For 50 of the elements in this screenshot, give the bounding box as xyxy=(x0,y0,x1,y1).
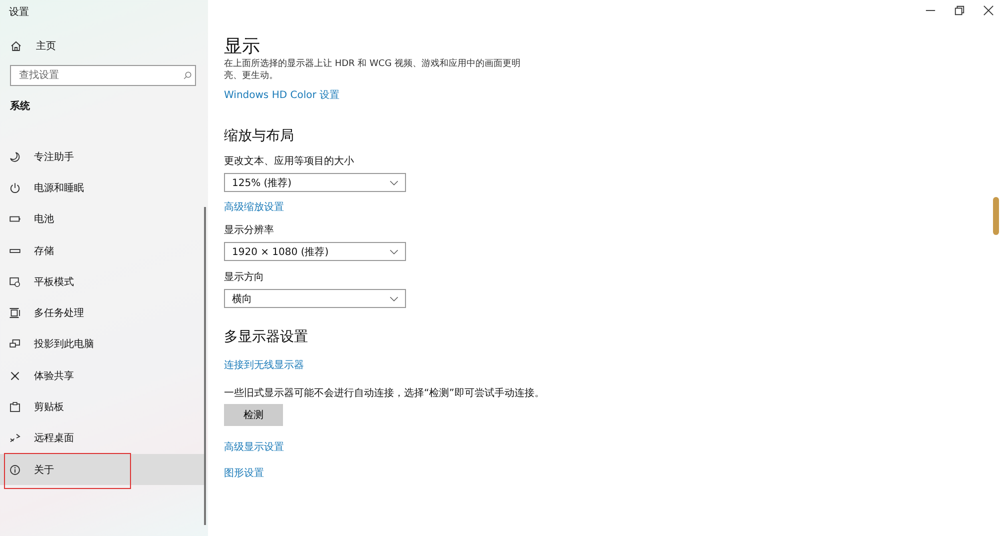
scrollbar[interactable] xyxy=(204,207,206,525)
chevron-icon xyxy=(389,180,399,186)
moon-icon xyxy=(9,150,21,163)
home-link[interactable]: 主页 xyxy=(10,39,208,53)
advanced-scaling-link[interactable]: 高级缩放设置 xyxy=(224,200,284,214)
home-icon xyxy=(10,40,22,52)
settings-link[interactable]: 高级显示设置 xyxy=(224,440,284,454)
detect-button[interactable]: 检测 xyxy=(224,404,283,426)
dropdown[interactable]: 125% (推荐) xyxy=(224,173,406,192)
section-heading: 系统 xyxy=(10,100,31,113)
sidebar-item[interactable]: 体验共享 xyxy=(0,360,205,392)
search-field[interactable]: 查找设置 xyxy=(10,65,196,86)
sidebar-item[interactable]: 投影到此电脑 xyxy=(0,328,205,360)
sidebar-item[interactable]: 关于 xyxy=(0,454,205,486)
search-icon xyxy=(183,71,192,80)
dropdown[interactable]: 1920 × 1080 (推荐) xyxy=(224,242,406,261)
tablet-icon xyxy=(9,276,21,288)
multitask-icon xyxy=(9,307,21,320)
dropdown[interactable]: 横向 xyxy=(224,289,406,308)
sidebar-item[interactable]: 电池 xyxy=(0,204,205,235)
restore-icon[interactable] xyxy=(954,5,965,16)
chevron-icon xyxy=(389,248,399,254)
sidebar-item[interactable]: 存储 xyxy=(0,234,205,266)
monitor-icon xyxy=(9,338,21,350)
field-label: 更改文本、应用等项目的大小 xyxy=(224,154,354,168)
sidebar-item[interactable]: 平板模式 xyxy=(0,266,205,298)
field-label: 显示方向 xyxy=(224,270,264,284)
sidebar-item[interactable]: 多任务处理 xyxy=(0,297,205,329)
hd-color-link[interactable]: Windows HD Color 设置 xyxy=(224,88,340,102)
sidebar-item[interactable]: 专注助手 xyxy=(0,141,205,172)
close-icon[interactable] xyxy=(983,5,994,16)
settings-link[interactable]: 图形设置 xyxy=(224,466,264,480)
scrollbar-thumb[interactable] xyxy=(993,197,999,235)
sidebar-item[interactable]: 电源和睡眠 xyxy=(0,172,205,204)
description-text: 在上面所选择的显示器上让 HDR 和 WCG 视频、游戏和应用中的画面更明亮、更生动。 xyxy=(224,58,522,82)
page-title: 显示 xyxy=(224,36,260,58)
note-text: 一些旧式显示器可能不会进行自动连接，选择“检测”即可尝试手动连接。 xyxy=(224,386,544,400)
window-title: 设置 xyxy=(9,6,30,19)
sidebar-item[interactable]: 剪贴板 xyxy=(0,391,205,423)
wireless-display-link[interactable]: 连接到无线显示器 xyxy=(224,358,304,372)
section-heading: 多显示器设置 xyxy=(224,328,308,346)
share-icon xyxy=(9,370,21,382)
info-icon xyxy=(9,464,21,476)
chevron-icon xyxy=(389,296,399,302)
sidebar-item[interactable]: 远程桌面 xyxy=(0,422,205,454)
clipboard-icon xyxy=(9,401,21,414)
remote-icon xyxy=(9,432,21,444)
power-icon xyxy=(9,182,21,194)
section-heading: 缩放与布局 xyxy=(224,127,294,145)
field-label: 显示分辨率 xyxy=(224,224,274,237)
